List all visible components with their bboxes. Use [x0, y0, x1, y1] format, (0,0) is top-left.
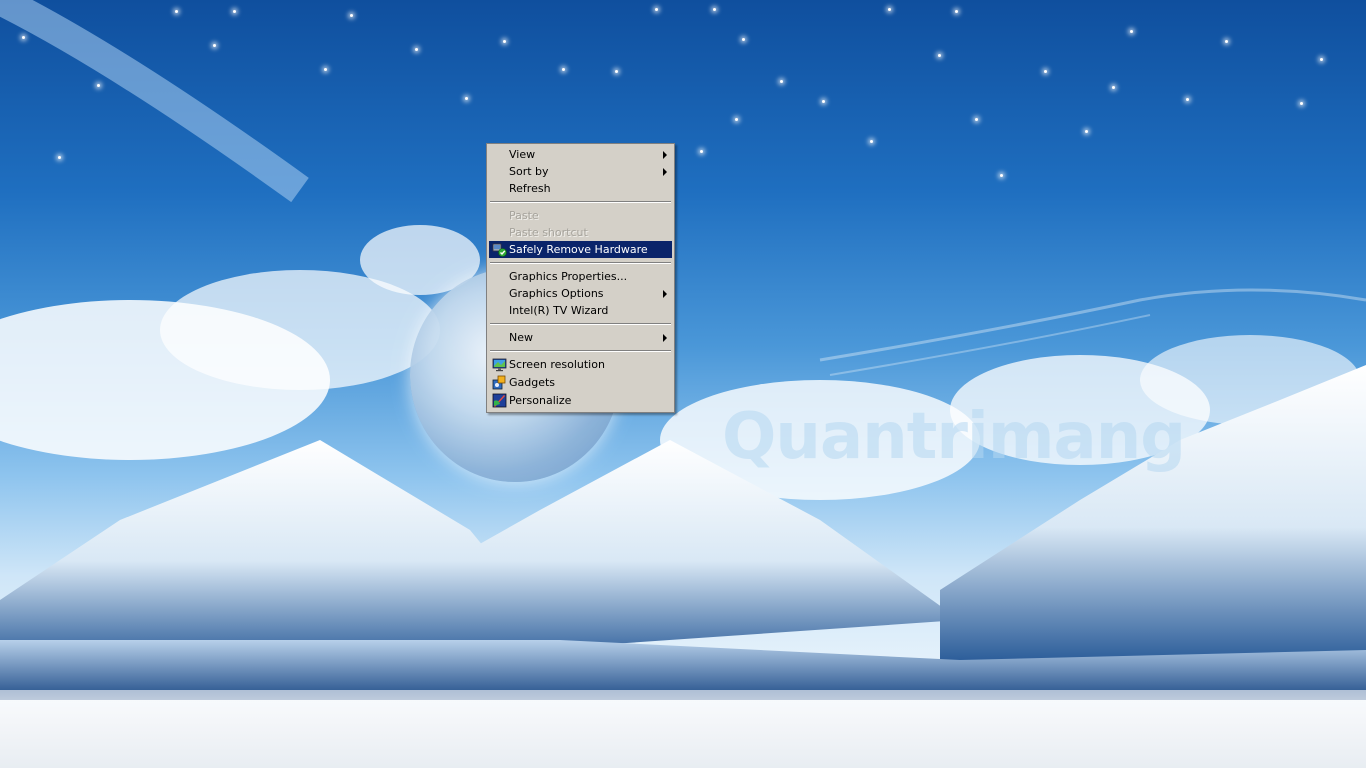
wallpaper: Quantrimang	[0, 0, 1366, 768]
menu-item-view[interactable]: View	[489, 146, 672, 163]
menu-separator	[490, 323, 671, 325]
menu-item-personalize[interactable]: Personalize	[489, 392, 672, 410]
menu-item-label: Graphics Properties...	[509, 270, 628, 283]
menu-item-new[interactable]: New	[489, 329, 672, 346]
monitor-icon	[492, 358, 507, 372]
usb-remove-icon	[492, 243, 507, 257]
menu-item-label: Sort by	[509, 165, 549, 178]
menu-item-label: Graphics Options	[509, 287, 604, 300]
menu-item-sort-by[interactable]: Sort by	[489, 163, 672, 180]
menu-separator	[490, 350, 671, 352]
menu-item-label: New	[509, 331, 533, 344]
menu-item-paste-shortcut[interactable]: Paste shortcut	[489, 224, 672, 241]
menu-item-paste[interactable]: Paste	[489, 207, 672, 224]
menu-item-label: Intel(R) TV Wizard	[509, 304, 609, 317]
wallpaper-art	[0, 0, 1366, 700]
menu-item-safely-remove-hardware[interactable]: Safely Remove Hardware	[489, 241, 672, 258]
menu-item-label: Screen resolution	[509, 358, 605, 371]
watermark-text: Quantrimang	[722, 400, 1186, 474]
gadgets-icon	[492, 375, 506, 390]
menu-separator	[490, 262, 671, 264]
menu-item-label: View	[509, 148, 536, 161]
menu-item-label: Safely Remove Hardware	[509, 243, 648, 256]
menu-item-label: Personalize	[509, 394, 572, 407]
submenu-arrow-icon	[663, 168, 667, 176]
menu-item-label: Gadgets	[509, 376, 556, 389]
menu-item-intel-tv-wizard[interactable]: Intel(R) TV Wizard	[489, 302, 672, 319]
menu-item-refresh[interactable]: Refresh	[489, 180, 672, 197]
personalize-icon	[492, 393, 507, 408]
menu-item-label: Refresh	[509, 182, 551, 195]
fog-layer	[0, 690, 1366, 768]
menu-item-graphics-options[interactable]: Graphics Options	[489, 285, 672, 302]
desktop-context-menu: View Sort by Refresh Paste Paste shortcu…	[486, 143, 675, 413]
submenu-arrow-icon	[663, 334, 667, 342]
submenu-arrow-icon	[663, 290, 667, 298]
desktop[interactable]: Quantrimang View Sort by Refresh Paste P…	[0, 0, 1366, 768]
menu-item-gadgets[interactable]: Gadgets	[489, 374, 672, 392]
submenu-arrow-icon	[663, 151, 667, 159]
menu-item-label: Paste	[509, 209, 539, 222]
menu-item-screen-resolution[interactable]: Screen resolution	[489, 356, 672, 374]
menu-item-graphics-properties[interactable]: Graphics Properties...	[489, 268, 672, 285]
menu-item-label: Paste shortcut	[509, 226, 588, 239]
menu-separator	[490, 201, 671, 203]
